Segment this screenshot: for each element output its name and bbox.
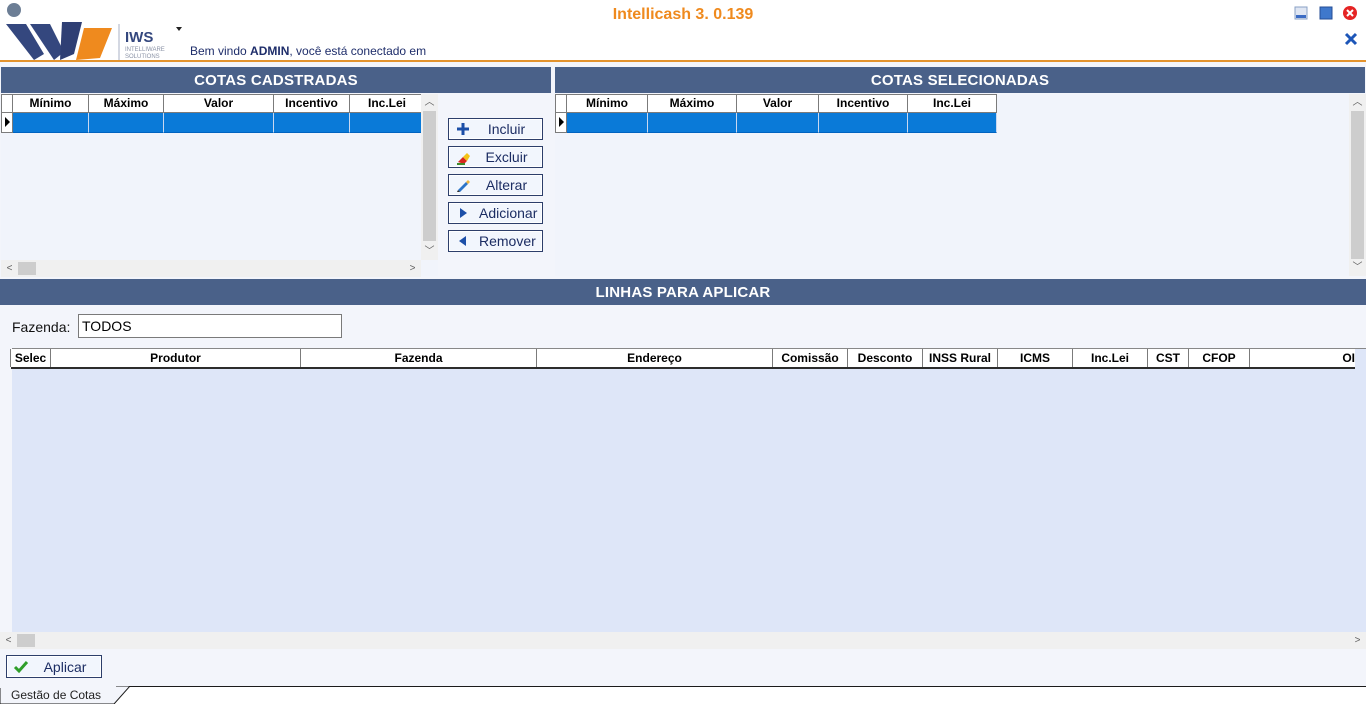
column-header[interactable]: Incentivo: [819, 94, 908, 113]
table-cell[interactable]: [908, 113, 997, 133]
row-indicator-icon: [1, 113, 13, 133]
adicionar-button[interactable]: Adicionar: [448, 202, 543, 224]
close-form-icon[interactable]: [1343, 31, 1359, 47]
column-header[interactable]: Produtor: [50, 349, 301, 367]
alterar-button[interactable]: Alterar: [448, 174, 543, 196]
linhas-grid[interactable]: [0, 348, 1366, 632]
arrow-left-icon: [459, 236, 466, 246]
column-header[interactable]: Valor: [737, 94, 819, 113]
cotas-selecionadas-vscroll[interactable]: ︿ ﹀: [1349, 94, 1366, 276]
grid-header: Mínimo Máximo Valor Incentivo Inc.Lei: [555, 94, 997, 113]
column-header[interactable]: Mínimo: [13, 94, 89, 113]
grid-header: Mínimo Máximo Valor Incentivo Inc.Lei: [1, 94, 425, 113]
column-header[interactable]: ICMS: [997, 349, 1073, 367]
tab-gestao-label: Gestão de Cotas: [11, 688, 102, 702]
incluir-label: Incluir: [487, 121, 526, 137]
linhas-para-aplicar-title: LINHAS PARA APLICAR: [0, 279, 1366, 305]
cotas-cadastradas-grid[interactable]: Mínimo Máximo Valor Incentivo Inc.Lei: [1, 94, 438, 276]
scroll-up-icon[interactable]: ︿: [1349, 94, 1366, 111]
column-header[interactable]: Inc.Lei: [1072, 349, 1148, 367]
incluir-button[interactable]: Incluir: [448, 118, 543, 140]
scroll-thumb[interactable]: [1351, 111, 1364, 259]
app-header: IWS INTELLIWARE SOLUTIONS Bem vindo ADMI…: [0, 0, 1366, 62]
aplicar-label: Aplicar: [43, 658, 87, 675]
table-cell[interactable]: [350, 113, 423, 133]
scroll-down-icon[interactable]: ﹀: [421, 243, 438, 260]
table-cell[interactable]: [89, 113, 164, 133]
cotas-selecionadas-title: COTAS SELECIONADAS: [555, 67, 1365, 93]
column-header[interactable]: Comissão: [772, 349, 848, 367]
remover-label: Remover: [479, 233, 536, 249]
logo-menu-arrow-icon[interactable]: [176, 27, 182, 31]
fazenda-label: Fazenda:: [12, 319, 71, 335]
maximize-icon[interactable]: [1318, 5, 1334, 21]
app-title: Intellicash 3. 0.139: [612, 6, 754, 23]
scroll-thumb[interactable]: [17, 634, 35, 647]
check-icon: [13, 660, 29, 673]
aplicar-button[interactable]: Aplicar: [6, 655, 102, 678]
column-header[interactable]: Fazenda: [300, 349, 537, 367]
column-header[interactable]: Inc.Lei: [908, 94, 997, 113]
column-header[interactable]: Mínimo: [567, 94, 648, 113]
excluir-label: Excluir: [485, 149, 528, 165]
column-header[interactable]: CFOP: [1188, 349, 1250, 367]
column-header[interactable]: INSS Rural: [922, 349, 998, 367]
cotas-cadastradas-vscroll[interactable]: ︿ ﹀: [421, 94, 438, 260]
scroll-thumb[interactable]: [423, 111, 436, 241]
column-header[interactable]: CST: [1147, 349, 1189, 367]
footer-bar: [0, 649, 1366, 686]
scroll-right-icon[interactable]: >: [1349, 632, 1366, 649]
column-header[interactable]: Incentivo: [274, 94, 350, 113]
svg-text:INTELLIWARE: INTELLIWARE: [125, 47, 165, 53]
scroll-thumb[interactable]: [18, 262, 36, 275]
column-header[interactable]: OI: [1249, 349, 1355, 367]
minimize-icon[interactable]: [1293, 5, 1309, 21]
table-cell[interactable]: [648, 113, 737, 133]
pencil-icon: [457, 180, 470, 192]
fazenda-filter: Fazenda:: [0, 306, 1366, 348]
cotas-cadastradas-title: COTAS CADSTRADAS: [1, 67, 551, 93]
tab-strip: [0, 686, 1366, 704]
scroll-up-icon[interactable]: ︿: [421, 94, 438, 111]
linhas-grid-header: Selec Produtor Fazenda Endereço Comissão…: [10, 349, 1355, 369]
alterar-label: Alterar: [485, 177, 528, 193]
row-indicator-header: [1, 94, 13, 113]
column-header[interactable]: Endereço: [536, 349, 773, 367]
table-row[interactable]: [1, 113, 423, 133]
fazenda-input[interactable]: [78, 314, 342, 338]
remover-button[interactable]: Remover: [448, 230, 543, 252]
row-indicator-icon: [555, 113, 567, 133]
cotas-cadastradas-hscroll[interactable]: < >: [1, 260, 421, 277]
table-cell[interactable]: [13, 113, 89, 133]
table-cell[interactable]: [567, 113, 648, 133]
table-row[interactable]: [555, 113, 997, 133]
table-cell[interactable]: [819, 113, 908, 133]
column-header[interactable]: Máximo: [89, 94, 164, 113]
svg-text:SOLUTIONS: SOLUTIONS: [125, 54, 160, 60]
welcome-message: Bem vindo ADMIN, você está conectado em: [190, 44, 427, 58]
column-header[interactable]: Valor: [164, 94, 274, 113]
column-header[interactable]: Desconto: [847, 349, 923, 367]
cotas-selecionadas-grid[interactable]: Mínimo Máximo Valor Incentivo Inc.Lei: [555, 94, 1366, 276]
column-header[interactable]: Inc.Lei: [350, 94, 425, 113]
table-cell[interactable]: [164, 113, 274, 133]
column-header[interactable]: Máximo: [648, 94, 737, 113]
scroll-down-icon[interactable]: ﹀: [1349, 259, 1366, 276]
table-cell[interactable]: [737, 113, 819, 133]
row-indicator-header: [555, 94, 567, 113]
arrow-right-icon: [460, 208, 467, 218]
linhas-hscroll[interactable]: < >: [0, 632, 1366, 649]
plus-icon: [457, 123, 469, 135]
scroll-left-icon[interactable]: <: [0, 632, 17, 649]
adicionar-label: Adicionar: [479, 205, 538, 221]
eraser-icon: [457, 153, 470, 165]
svg-text:IWS: IWS: [125, 29, 153, 46]
scroll-left-icon[interactable]: <: [1, 260, 18, 277]
close-window-icon[interactable]: [1342, 5, 1358, 21]
table-cell[interactable]: [274, 113, 350, 133]
linhas-grid-left-margin: [0, 348, 12, 632]
scroll-right-icon[interactable]: >: [404, 260, 421, 277]
column-header[interactable]: Selec: [10, 349, 51, 367]
excluir-button[interactable]: Excluir: [448, 146, 543, 168]
